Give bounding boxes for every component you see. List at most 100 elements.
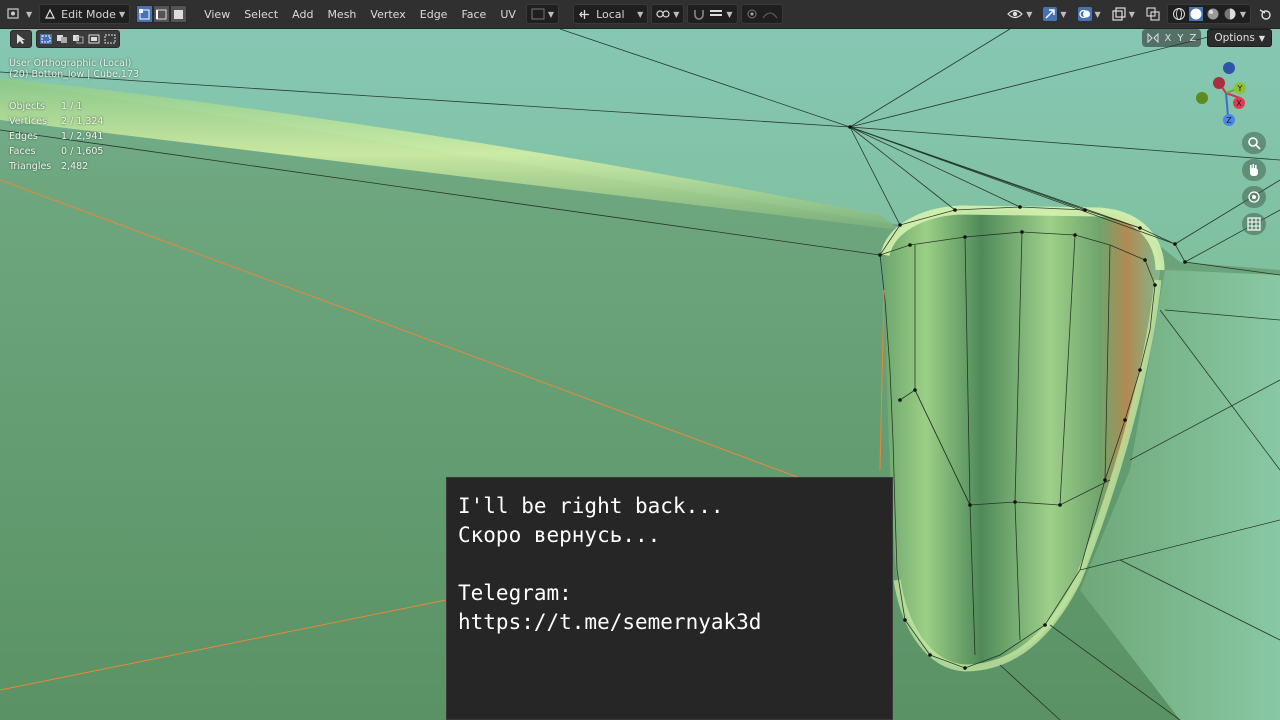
pivot-point-select[interactable]: ▼ <box>651 4 685 24</box>
z-axis-negative-ball[interactable] <box>1223 62 1235 74</box>
menu-select[interactable]: Select <box>237 4 285 24</box>
snap-increment-icon <box>710 10 723 16</box>
y-axis-negative-ball[interactable] <box>1196 92 1208 104</box>
face-select-icon <box>174 9 184 19</box>
mirror-x-toggle[interactable]: X <box>1165 33 1172 44</box>
select-subtract-button[interactable] <box>71 33 85 45</box>
stat-value: 2 / 1,324 <box>61 116 104 127</box>
z-axis-line <box>1225 92 1229 117</box>
gizmo-toggle-button[interactable]: ▼ <box>1039 4 1070 24</box>
zoom-button[interactable] <box>1242 132 1266 154</box>
chevron-down-icon: ▼ <box>1060 9 1067 19</box>
mesh-edit-overlays-button[interactable]: ▼ <box>1108 4 1139 24</box>
message-overlay: I'll be right back... Скоро вернусь... T… <box>446 477 893 720</box>
camera-icon <box>1248 191 1260 203</box>
message-line-english: I'll be right back... <box>458 494 724 518</box>
stat-value: 0 / 1,605 <box>61 146 104 157</box>
menu-bar: View Select Add Mesh Vertex Edge Face UV <box>197 4 523 24</box>
options-label: Options <box>1214 32 1255 44</box>
menu-mesh[interactable]: Mesh <box>320 4 363 24</box>
proportional-editing-button[interactable] <box>740 4 783 24</box>
editor-type-button[interactable]: ▼ <box>3 4 36 24</box>
blender-options-icon <box>1259 9 1271 20</box>
z-axis-label: Z <box>1226 116 1232 125</box>
message-telegram-link[interactable]: https://t.me/semernyak3d <box>458 608 881 637</box>
vertex-select-button[interactable] <box>136 5 154 23</box>
snap-magnet-icon <box>694 10 705 20</box>
select-tool-button[interactable] <box>10 30 32 48</box>
stat-row-triangles: Triangles 2,482 <box>9 159 103 174</box>
chevron-down-icon: ▼ <box>1239 9 1246 19</box>
tool-header <box>10 30 120 48</box>
mode-select[interactable]: Edit Mode ▼ <box>39 4 131 24</box>
mirror-y-toggle[interactable]: Y <box>1177 33 1183 44</box>
selection-mode-group <box>36 30 120 48</box>
orientation-icon <box>579 9 590 19</box>
chevron-down-icon: ▼ <box>637 9 644 19</box>
select-invert-button[interactable] <box>87 33 101 45</box>
stat-row-faces: Faces 0 / 1,605 <box>9 144 103 159</box>
menu-face[interactable]: Face <box>454 4 493 24</box>
y-axis-label: Y <box>1237 84 1243 93</box>
stat-row-edges: Edges 1 / 2,941 <box>9 129 103 144</box>
editor-type-icon <box>7 8 19 19</box>
x-axis-negative-ball[interactable] <box>1213 77 1225 89</box>
wireframe-shading-icon <box>1172 8 1185 20</box>
mirror-axis-toggles: X Y Z <box>1141 29 1202 47</box>
shading-mode-group[interactable]: ▼ <box>1166 4 1251 24</box>
mirror-z-toggle[interactable]: Z <box>1189 33 1196 44</box>
xray-toggle-button[interactable] <box>1142 4 1164 24</box>
overlays-toggle-button[interactable]: ▼ <box>1074 4 1105 24</box>
select-intersect-button[interactable] <box>103 33 117 45</box>
select-subtract-icon <box>73 35 84 44</box>
select-extend-icon <box>57 35 67 43</box>
select-new-icon <box>40 34 52 44</box>
falloff-curve-icon <box>762 12 777 19</box>
select-new-button[interactable] <box>39 33 53 45</box>
chevron-down-icon: ▼ <box>26 9 33 19</box>
options-dropdown[interactable]: Options ▼ <box>1207 29 1272 47</box>
stat-label: Objects <box>9 101 45 112</box>
cursor-arrow-icon <box>17 34 25 44</box>
menu-view[interactable]: View <box>197 4 237 24</box>
menu-add[interactable]: Add <box>285 4 320 24</box>
view-object-types-button[interactable]: ▼ <box>1003 4 1036 24</box>
select-extend-button[interactable] <box>55 33 69 45</box>
gizmo-icon <box>1043 7 1058 21</box>
hand-icon <box>1250 164 1258 176</box>
grid-icon <box>1247 217 1261 231</box>
menu-vertex[interactable]: Vertex <box>363 4 412 24</box>
editor-options-button[interactable] <box>1254 4 1276 24</box>
edge-select-button[interactable] <box>153 5 171 23</box>
select-invert-icon <box>88 34 100 44</box>
viewport-info: User Orthographic (Local) (20) Botton_lo… <box>9 58 139 80</box>
vertex-select-icon <box>139 8 150 19</box>
object-label: (20) Botton_low | Cube.173 <box>9 69 140 80</box>
transform-orientation-label: Local <box>596 7 625 21</box>
snap-group[interactable]: ▼ <box>687 4 738 24</box>
message-line-russian: Скоро вернусь... <box>458 523 661 547</box>
chevron-down-icon: ▼ <box>118 9 126 19</box>
chevron-down-icon: ▼ <box>1258 33 1265 43</box>
pan-button[interactable] <box>1242 159 1266 181</box>
face-select-button[interactable] <box>170 5 188 23</box>
edit-mode-icon <box>45 8 56 19</box>
edge-select-icon <box>156 9 167 19</box>
proportional-edit-icon <box>747 9 757 19</box>
solid-shading-icon <box>1188 7 1203 21</box>
blender-window: ▼ Edit Mode ▼ View Select Add Mesh Verte… <box>0 0 1280 720</box>
x-axis-label: X <box>1236 99 1242 108</box>
menu-edge[interactable]: Edge <box>413 4 455 24</box>
chevron-down-icon: ▼ <box>1128 9 1135 19</box>
mode-label: Edit Mode <box>61 7 116 21</box>
perspective-toggle-button[interactable] <box>1242 213 1266 235</box>
menu-uv[interactable]: UV <box>493 4 523 24</box>
navigation-gizmo[interactable]: Y X Z <box>1192 58 1262 128</box>
select-intersect-icon <box>104 34 116 44</box>
mirror-icon <box>1147 32 1158 44</box>
chevron-down-icon: ▼ <box>673 9 680 19</box>
uv-sync-button[interactable]: ▼ <box>525 4 560 24</box>
camera-view-button[interactable] <box>1242 186 1266 208</box>
transform-orientation-select[interactable]: Local ▼ <box>573 4 649 24</box>
